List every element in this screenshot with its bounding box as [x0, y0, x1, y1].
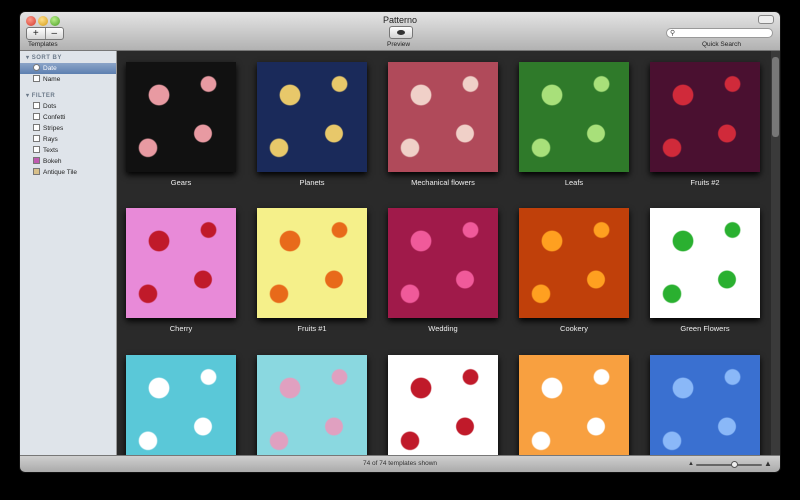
template-thumbnail[interactable]	[650, 62, 760, 172]
template-caption: Planets	[299, 178, 325, 187]
clock-icon	[33, 64, 40, 71]
filter-item-antique-tile[interactable]: Antique Tile	[20, 167, 116, 178]
template-caption: Wedding	[428, 324, 458, 333]
template-thumbnail[interactable]	[388, 208, 498, 318]
template-item[interactable]: Green Flowers	[650, 208, 760, 333]
template-thumbnail[interactable]	[650, 208, 760, 318]
template-caption: Leafs	[564, 178, 584, 187]
template-item[interactable]	[650, 355, 760, 455]
app-window: Patterno + – Templates Preview ⚲ Quick S…	[20, 12, 780, 472]
template-item[interactable]	[257, 355, 367, 455]
search-icon: ⚲	[670, 30, 676, 37]
template-thumbnail[interactable]	[257, 208, 367, 318]
small-thumbnail-icon: ▲	[688, 461, 694, 467]
template-item[interactable]: Mechanical flowers	[388, 62, 498, 187]
stripes-icon	[33, 124, 40, 131]
template-item[interactable]	[126, 355, 236, 455]
add-template-button[interactable]: +	[27, 28, 46, 39]
rays-icon	[33, 135, 40, 142]
vertical-scrollbar[interactable]	[771, 51, 780, 455]
filter-item-bokeh[interactable]: Bokeh	[20, 156, 116, 167]
template-thumbnail[interactable]	[519, 208, 629, 318]
template-grid: Gears Planets Mechanical flowers Leafs Fruit…	[117, 51, 771, 455]
dots-icon	[33, 102, 40, 109]
template-caption: Fruits #1	[297, 324, 327, 333]
toolbar: Patterno + – Templates Preview ⚲ Quick S…	[20, 12, 780, 51]
template-thumbnail[interactable]	[519, 355, 629, 455]
toolbar-toggle-button[interactable]	[758, 15, 774, 24]
template-thumbnail[interactable]	[126, 208, 236, 318]
template-item[interactable]: Cherry	[126, 208, 236, 333]
quick-search-input[interactable]	[677, 29, 767, 37]
template-thumbnail[interactable]	[257, 62, 367, 172]
template-thumbnail[interactable]	[126, 355, 236, 455]
add-remove-segmented-control: + –	[26, 27, 64, 40]
scrollbar-thumb[interactable]	[772, 57, 779, 137]
filter-item-rays[interactable]: Rays	[20, 134, 116, 145]
filter-item-confetti[interactable]: Confetti	[20, 112, 116, 123]
template-caption: Gears	[170, 178, 192, 187]
thumbnail-size-slider[interactable]	[696, 461, 762, 468]
quick-search-field[interactable]: ⚲	[666, 28, 773, 38]
remove-template-button[interactable]: –	[46, 28, 64, 39]
sidebar: ▾ SORT BY Date Name ▾ FILTER Dots Confet…	[20, 51, 117, 455]
template-thumbnail[interactable]	[126, 62, 236, 172]
template-thumbnail[interactable]	[257, 355, 367, 455]
quick-search-label: Quick Search	[702, 41, 742, 48]
texts-icon	[33, 146, 40, 153]
template-item[interactable]: Leafs	[519, 62, 629, 187]
filter-item-texts[interactable]: Texts	[20, 145, 116, 156]
template-item[interactable]: Planets	[257, 62, 367, 187]
large-thumbnail-icon: ▲	[764, 459, 772, 468]
templates-count: 74 of 74 templates shown	[362, 460, 438, 467]
template-item[interactable]: Fruits #2	[650, 62, 760, 187]
template-caption: Green Flowers	[680, 324, 730, 333]
template-caption: Cherry	[169, 324, 193, 333]
sort-item-name[interactable]: Name	[20, 74, 116, 85]
letter-icon	[33, 75, 40, 82]
bokeh-icon	[33, 157, 40, 164]
template-thumbnail[interactable]	[650, 355, 760, 455]
template-thumbnail[interactable]	[388, 355, 498, 455]
template-item[interactable]: Wedding	[388, 208, 498, 333]
template-item[interactable]	[388, 355, 498, 455]
templates-label: Templates	[28, 41, 58, 48]
template-item[interactable]: Fruits #1	[257, 208, 367, 333]
filter-header: ▾ FILTER	[26, 93, 56, 99]
confetti-icon	[33, 113, 40, 120]
antique-tile-icon	[33, 168, 40, 175]
preview-button[interactable]	[389, 26, 413, 39]
status-bar: 74 of 74 templates shown ▲ ▲	[20, 455, 780, 472]
filter-item-dots[interactable]: Dots	[20, 101, 116, 112]
eye-icon	[397, 30, 405, 35]
filter-item-stripes[interactable]: Stripes	[20, 123, 116, 134]
preview-label: Preview	[387, 41, 411, 48]
template-item[interactable]	[519, 355, 629, 455]
template-caption: Cookery	[560, 324, 588, 333]
template-caption: Mechanical flowers	[411, 178, 475, 187]
window-title: Patterno	[382, 15, 418, 25]
sort-item-date[interactable]: Date	[20, 63, 116, 74]
template-caption: Fruits #2	[690, 178, 720, 187]
template-thumbnail[interactable]	[388, 62, 498, 172]
template-thumbnail[interactable]	[519, 62, 629, 172]
template-item[interactable]: Gears	[126, 62, 236, 187]
sort-header: ▾ SORT BY	[26, 55, 62, 61]
template-item[interactable]: Cookery	[519, 208, 629, 333]
